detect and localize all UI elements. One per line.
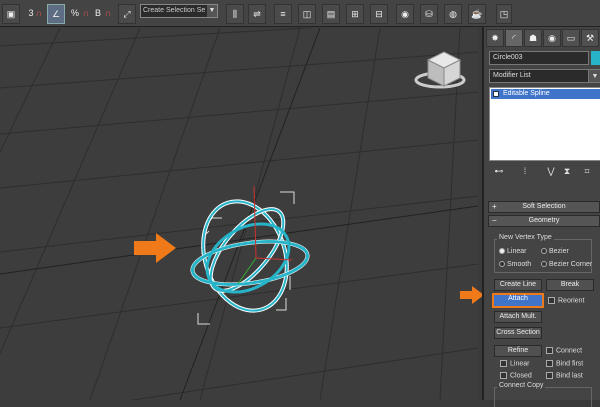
collapse-minus-icon: − <box>492 216 497 225</box>
percent-magnet-icon[interactable]: ∩ <box>80 4 92 24</box>
bind-last-checkbox[interactable]: Bind last <box>546 372 583 379</box>
spline-icon <box>493 91 499 97</box>
attach-mult-button[interactable]: Attach Mult. <box>494 311 542 323</box>
align-button[interactable]: ⇌ <box>248 4 266 24</box>
expand-plus-icon: + <box>492 202 497 211</box>
viewport-grid <box>0 28 478 400</box>
layer-manager-button[interactable]: ≡ <box>274 4 292 24</box>
stack-item-label: Editable Spline <box>503 90 550 97</box>
panel-toggle-button[interactable]: ◳ <box>496 4 512 24</box>
tab-create[interactable]: ✸ <box>486 29 504 47</box>
reorient-checkbox[interactable]: Reorient <box>548 297 584 304</box>
scene-explorer-button[interactable]: ◫ <box>298 4 316 24</box>
attach-arrow-icon <box>460 286 484 304</box>
tab-utilities[interactable]: ⚒ <box>581 29 599 47</box>
material-editor-button[interactable]: ◉ <box>396 4 414 24</box>
panel-tabs: ✸ ◜ ☗ ◉ ▭ ⚒ <box>486 29 600 47</box>
chevron-down-icon[interactable]: ▼ <box>207 5 217 17</box>
mirror-button[interactable]: ⫼ <box>226 4 244 24</box>
perspective-viewport[interactable] <box>0 28 478 400</box>
show-end-result-icon[interactable]: ⁞ <box>519 165 531 177</box>
undo-button[interactable]: ▣ <box>2 4 20 24</box>
chevron-down-icon[interactable]: ▼ <box>588 69 600 83</box>
new-vertex-type-group: New Vertex Type Linear Bezier Smooth Bez… <box>494 234 592 273</box>
bind-first-checkbox[interactable]: Bind first <box>546 360 583 367</box>
graphite-button[interactable]: ▤ <box>322 4 340 24</box>
closed-checkbox[interactable]: Closed <box>500 372 532 379</box>
tab-display[interactable]: ▭ <box>562 29 580 47</box>
configure-sets-icon[interactable]: ⌗ <box>581 165 593 177</box>
connect-checkbox[interactable]: Connect <box>546 347 582 354</box>
schematic-view-button[interactable]: ⊟ <box>370 4 388 24</box>
keyboard-shortcut-button[interactable]: ⤢ <box>118 4 136 24</box>
rendered-frame-button[interactable]: ◍ <box>444 4 462 24</box>
modifier-stack[interactable]: Editable Spline <box>489 87 600 161</box>
radio-linear[interactable]: Linear <box>499 248 526 255</box>
break-button[interactable]: Break <box>546 279 594 291</box>
attach-button[interactable]: Attach <box>492 293 544 308</box>
snap-magnet-icon[interactable]: ∩ <box>33 4 45 24</box>
stack-item-editable-spline[interactable]: Editable Spline <box>491 89 600 99</box>
modifier-list-dropdown[interactable]: Modifier List <box>489 69 594 83</box>
object-name-field[interactable]: Circle003 <box>489 51 589 65</box>
tab-hierarchy[interactable]: ☗ <box>524 29 542 47</box>
soft-selection-rollout[interactable]: + Soft Selection <box>488 201 600 213</box>
stack-toolbar: ⊷ ⁞ ⋁ ⧗ ⌗ <box>489 165 600 179</box>
object-color-swatch[interactable] <box>591 51 600 65</box>
group-label: Connect Copy <box>497 382 546 389</box>
geometry-rollout[interactable]: − Geometry <box>488 215 600 227</box>
remove-modifier-icon[interactable]: ⧗ <box>561 165 573 177</box>
angle-snap-button[interactable]: ∠ <box>47 4 65 24</box>
refine-button[interactable]: Refine <box>494 345 542 357</box>
percent-snap-button[interactable]: % <box>70 4 80 24</box>
tab-motion[interactable]: ◉ <box>543 29 561 47</box>
curve-editor-button[interactable]: ⊞ <box>346 4 364 24</box>
cross-section-button[interactable]: Cross Section <box>494 327 542 339</box>
connect-copy-group: Connect Copy <box>494 382 592 407</box>
create-line-button[interactable]: Create Line <box>494 279 542 291</box>
rollouts: + Soft Selection − Geometry New Vertex T… <box>486 187 600 407</box>
pin-stack-icon[interactable]: ⊷ <box>493 165 505 177</box>
radio-smooth[interactable]: Smooth <box>499 261 531 268</box>
radio-bezier[interactable]: Bezier <box>541 248 569 255</box>
render-production-button[interactable]: ☕ <box>468 4 486 24</box>
render-setup-button[interactable]: ⛁ <box>420 4 438 24</box>
group-label: New Vertex Type <box>497 234 554 241</box>
command-panel: ✸ ◜ ☗ ◉ ▭ ⚒ Circle003 Modifier List ▼ Ed… <box>482 27 600 407</box>
tab-modify[interactable]: ◜ <box>505 29 523 47</box>
main-toolbar: ▣ 3 ∩ ∠ % ∩ B ∩ ⤢ Create Selection Se ▼ … <box>0 0 600 27</box>
linear-checkbox[interactable]: Linear <box>500 360 529 367</box>
make-unique-icon[interactable]: ⋁ <box>545 165 557 177</box>
spinner-magnet-icon[interactable]: ∩ <box>102 4 114 24</box>
radio-bezier-corner[interactable]: Bezier Corner <box>541 261 592 268</box>
